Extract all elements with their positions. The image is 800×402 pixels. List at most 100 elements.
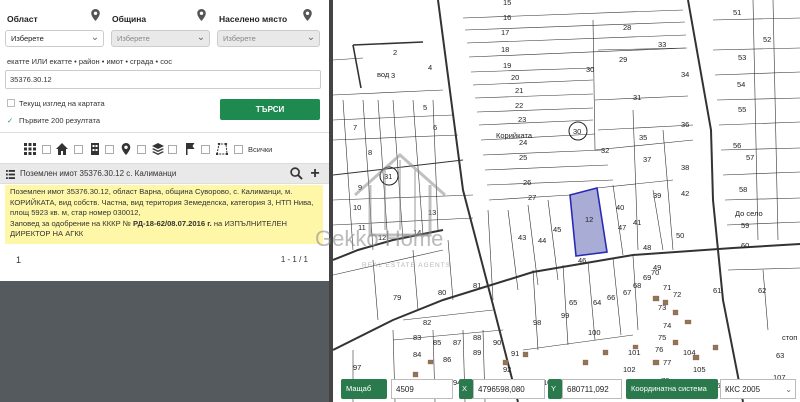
plot-number: 52: [763, 35, 771, 44]
plot-number: 36: [681, 120, 689, 129]
map-pin-icon[interactable]: [91, 9, 100, 21]
plot-number: 86: [443, 355, 451, 364]
toolbar-checkbox[interactable]: [74, 145, 83, 154]
all-checkbox[interactable]: [234, 145, 243, 154]
plot-number: 43: [518, 233, 526, 242]
add-icon[interactable]: +: [306, 165, 324, 183]
plot-number: 54: [737, 80, 745, 89]
result-count: 1 - 1 / 1: [280, 255, 308, 264]
measure-area-icon[interactable]: [216, 143, 228, 155]
plot-number: 20: [511, 73, 519, 82]
plot-number: 71: [663, 283, 671, 292]
building: [602, 349, 609, 356]
plot-number: 38: [681, 163, 689, 172]
result-header[interactable]: Поземлен имот 35376.30.12 с. Калиманци +: [0, 163, 329, 184]
plot-number: 18: [501, 45, 509, 54]
y-label: Y: [548, 379, 562, 399]
first200-checkbox[interactable]: ✓ Първите 200 резултата: [7, 116, 100, 125]
divider: [0, 132, 329, 133]
plot-number: 46: [578, 256, 586, 265]
current-view-checkbox[interactable]: Текущ изглед на картата: [7, 99, 105, 108]
toolbar-checkbox[interactable]: [201, 145, 210, 154]
plot-number: 35: [639, 133, 647, 142]
region-select[interactable]: Изберете ⌄: [5, 30, 104, 47]
plot-number: 90: [493, 338, 501, 347]
settlement-select[interactable]: Изберете ⌄: [217, 30, 320, 47]
plot-number: 21: [515, 86, 523, 95]
plot-number: 65: [569, 298, 577, 307]
search-button[interactable]: ТЪРСИ: [220, 99, 320, 120]
chevron-down-icon: ⌄: [306, 32, 316, 43]
do-selo-label: До село: [735, 209, 763, 218]
plot-number: 100: [588, 328, 601, 337]
plot-number: 40: [616, 203, 624, 212]
municipality-select[interactable]: Изберете ⌄: [111, 30, 210, 47]
all-label: Всички: [248, 145, 273, 154]
plot-number: 83: [413, 333, 421, 342]
map-pin-icon[interactable]: [120, 143, 132, 155]
watermark-brand: Gekko Home: [315, 226, 444, 251]
watermark-house-icon: [354, 152, 446, 237]
map-pin-icon[interactable]: [197, 9, 206, 21]
scale-value[interactable]: 4509: [391, 379, 453, 399]
settlement-select-value: Изберете: [223, 34, 256, 43]
plot-number: 33: [658, 40, 666, 49]
building: [662, 299, 669, 306]
plot-number: 44: [538, 236, 546, 245]
search-form: Област Изберете ⌄ Община Изберете ⌄ Насе…: [0, 0, 329, 281]
plot-number: 6: [433, 123, 437, 132]
plot-number: 41: [633, 218, 641, 227]
map-pin-icon[interactable]: [303, 9, 312, 21]
plot-number: 75: [658, 333, 666, 342]
flag-icon[interactable]: [184, 143, 196, 155]
plot-number: 85: [433, 338, 441, 347]
plot-number: 26: [523, 178, 531, 187]
coord-system-select[interactable]: ККС 2005 ⌄: [720, 379, 796, 399]
plot-number: 72: [673, 290, 681, 299]
plot-number: 58: [739, 185, 747, 194]
plot-number: 45: [553, 225, 561, 234]
checkbox-box[interactable]: [7, 99, 15, 107]
result-description[interactable]: Поземлен имот 35376.30.12, област Варна,…: [5, 185, 323, 244]
watermark-tagline: REAL ESTATE AGENTS: [362, 262, 452, 269]
plot-number: 81: [473, 281, 481, 290]
plot-number: 60: [741, 241, 749, 250]
plot-number: 61: [713, 286, 721, 295]
building: [692, 354, 700, 361]
plot-number: 64: [593, 298, 601, 307]
plot-number: 29: [619, 55, 627, 64]
plot-number: 31: [633, 93, 641, 102]
building: [427, 359, 434, 365]
plot-number: 68: [633, 281, 641, 290]
coordinates-bar: Мащаб 4509 X 4796598,080 Y 680711,092 Ко…: [333, 376, 800, 402]
toolbar-checkbox[interactable]: [168, 145, 177, 154]
layers-icon[interactable]: [152, 143, 164, 155]
check-icon[interactable]: ✓: [7, 116, 15, 125]
plot-number: 79: [393, 293, 401, 302]
cadastral-map[interactable]: 30 31 Корийката До село стоп вод 12 2345…: [333, 0, 800, 402]
first200-label: Първите 200 резултата: [19, 116, 100, 125]
grid-icon[interactable]: [24, 143, 36, 155]
plot-number: 62: [758, 286, 766, 295]
search-input[interactable]: 35376.30.12: [5, 70, 321, 89]
toolbar-checkbox[interactable]: [105, 145, 114, 154]
toolbar-checkbox[interactable]: [137, 145, 146, 154]
plot-number: 67: [623, 288, 631, 297]
plot-number: 102: [623, 365, 636, 374]
toolbar-checkbox[interactable]: [42, 145, 51, 154]
municipality-select-value: Изберете: [117, 34, 150, 43]
plot-number: 19: [503, 61, 511, 70]
page-number[interactable]: 1: [16, 255, 21, 265]
search-icon[interactable]: [290, 167, 303, 180]
y-value: 680711,092: [562, 379, 622, 399]
zone-label: 30: [573, 127, 581, 136]
home-icon[interactable]: [56, 143, 68, 155]
building: [632, 344, 639, 350]
plot-number: 23: [518, 115, 526, 124]
plot-number: 55: [738, 105, 746, 114]
plot-number: 5: [423, 103, 427, 112]
building: [684, 319, 692, 325]
plot-number: 28: [623, 23, 631, 32]
building: [652, 295, 660, 302]
building-icon[interactable]: [89, 143, 101, 155]
